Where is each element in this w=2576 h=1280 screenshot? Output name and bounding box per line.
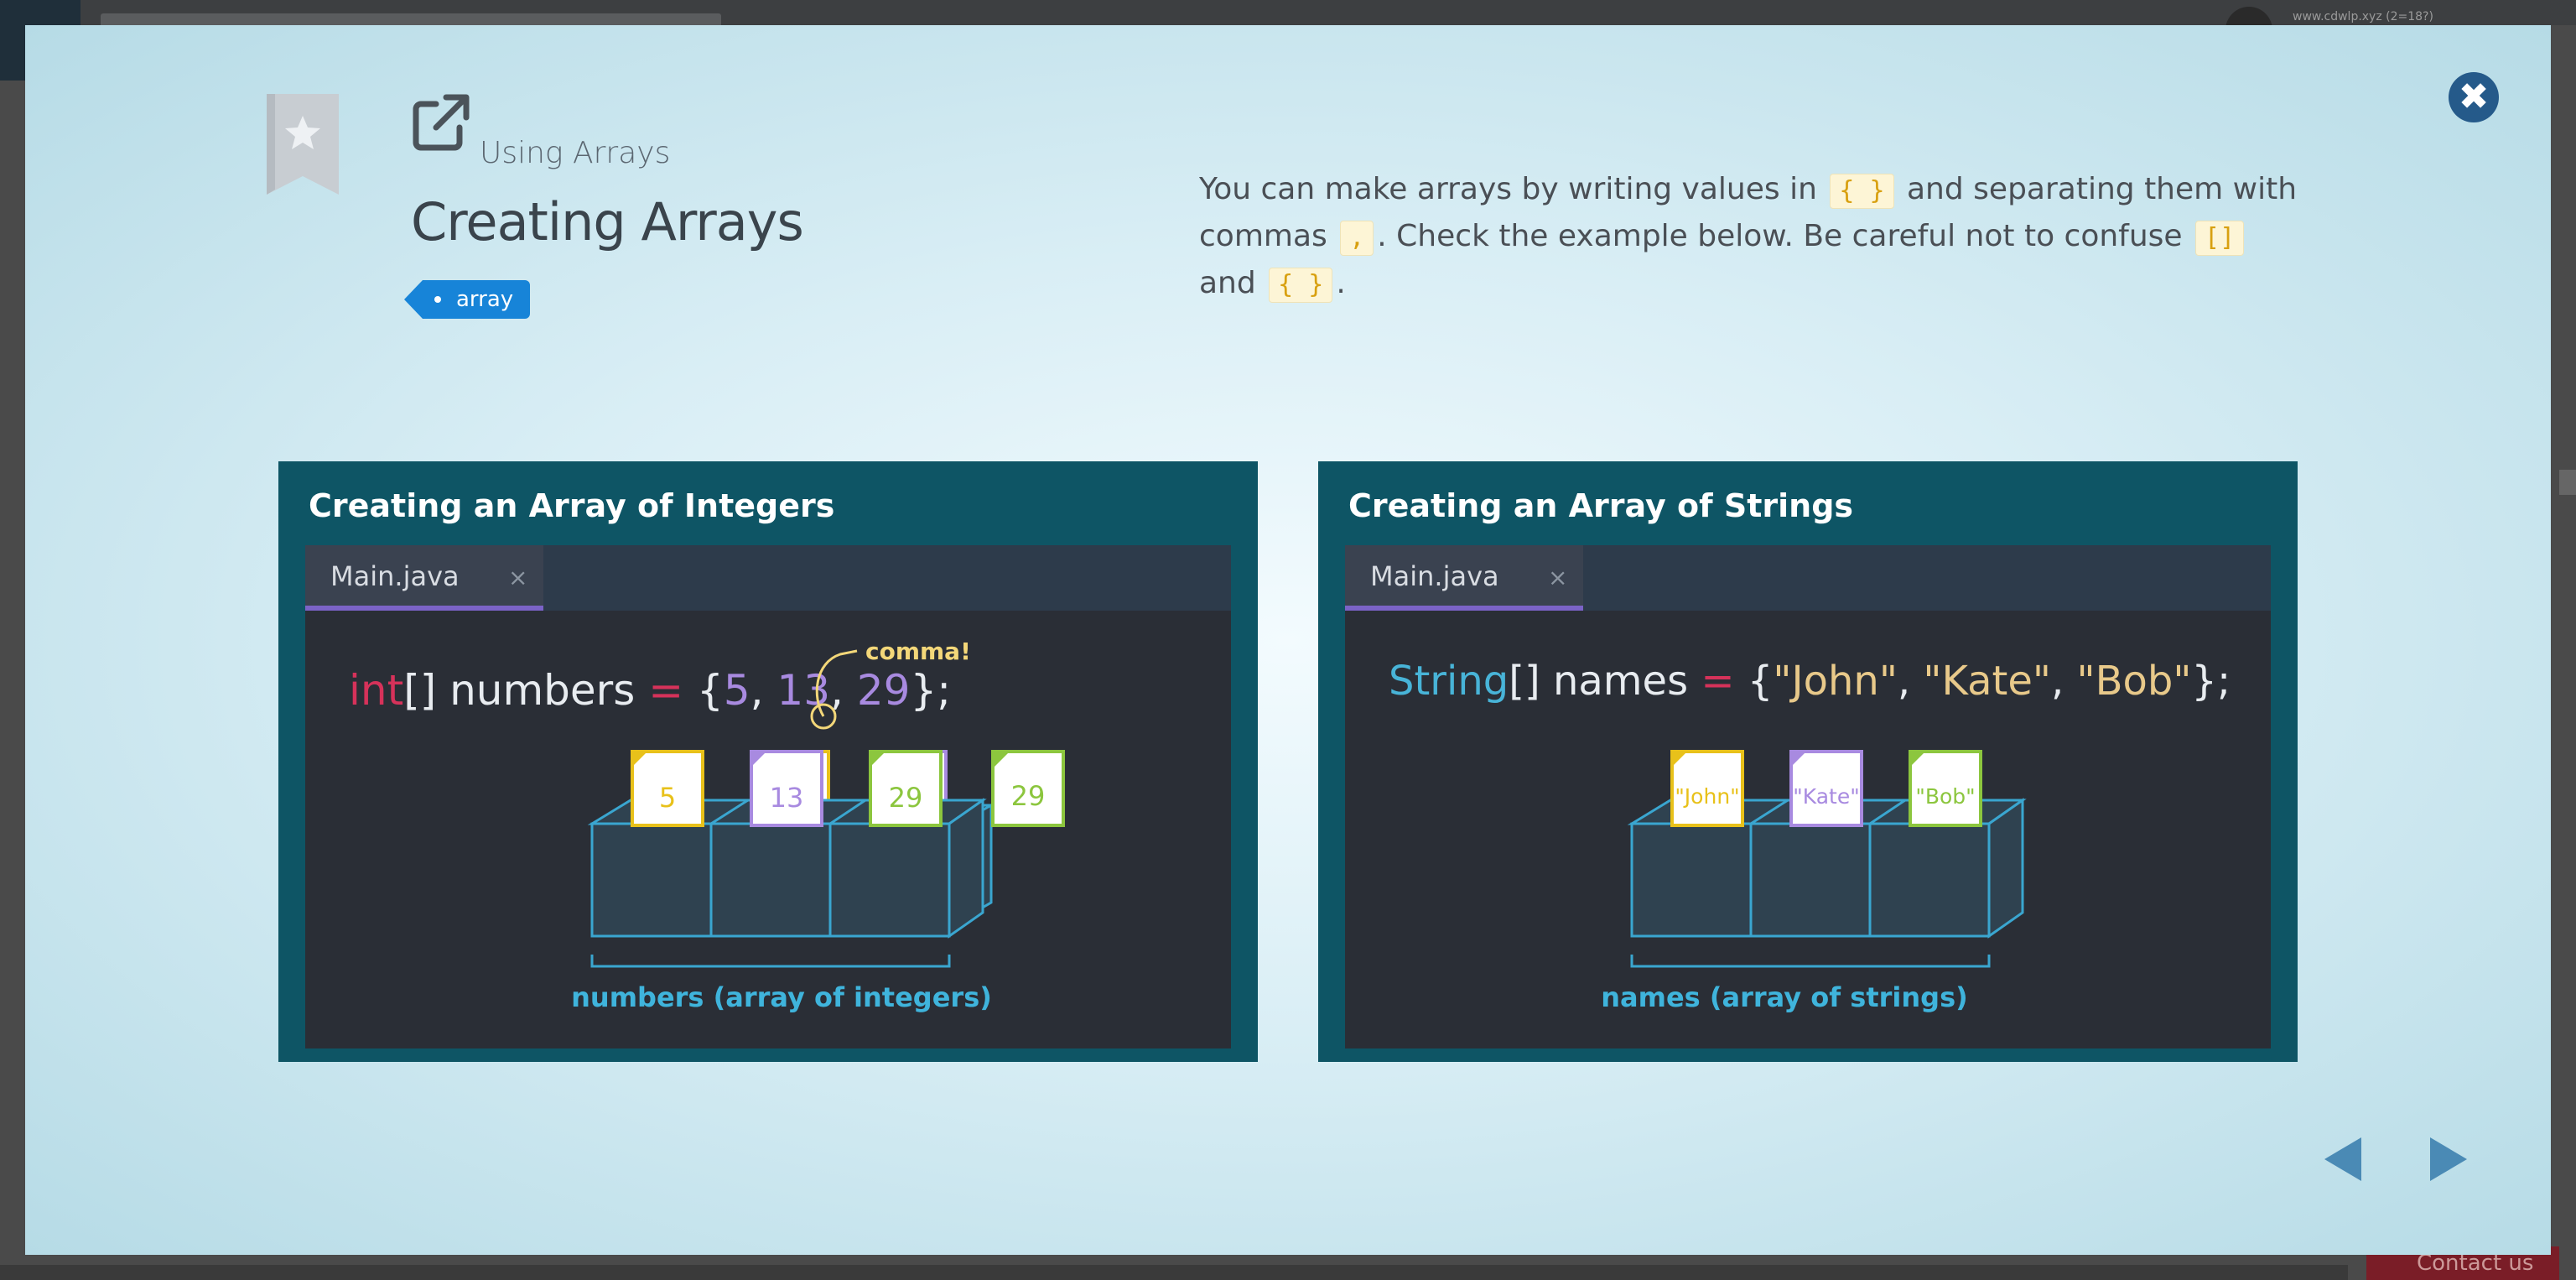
description-text: You can make arrays by writing values in bbox=[1199, 172, 1827, 206]
panel-heading: Creating an Array of Integers bbox=[309, 487, 834, 524]
code-brace: { bbox=[1735, 658, 1774, 705]
code-line: String[] names = {"John", "Kate", "Bob"}… bbox=[1389, 658, 2231, 705]
tab-close-icon[interactable]: × bbox=[508, 564, 527, 591]
page-title: Creating Arrays bbox=[411, 191, 804, 252]
paper-value: 29 bbox=[889, 782, 923, 814]
lesson-description: You can make arrays by writing values in… bbox=[1199, 166, 2306, 307]
external-link-icon[interactable] bbox=[411, 92, 471, 153]
paper-value: 5 bbox=[659, 782, 676, 814]
paper-value: 29 bbox=[1011, 780, 1046, 812]
tab-close-icon[interactable]: × bbox=[1548, 564, 1567, 591]
paper-value: "John" bbox=[1675, 784, 1739, 809]
lesson-subtitle: Using Arrays bbox=[480, 136, 671, 170]
tab-underline bbox=[305, 606, 543, 611]
description-text: . Check the example below. Be careful no… bbox=[1377, 219, 2193, 253]
code-chip: , bbox=[1340, 221, 1374, 256]
tag-badge[interactable]: array bbox=[403, 280, 531, 319]
code-identifier: [] names bbox=[1509, 658, 1701, 705]
code-keyword: String bbox=[1389, 658, 1509, 705]
array-caption: numbers (array of integers) bbox=[571, 981, 992, 1013]
next-button[interactable] bbox=[2428, 1136, 2469, 1183]
code-value: "Bob" bbox=[2077, 658, 2192, 705]
code-brace: }; bbox=[2191, 658, 2231, 705]
code-value: "John" bbox=[1773, 658, 1898, 705]
close-icon: ✖ bbox=[2458, 75, 2490, 118]
code-chip: { } bbox=[1830, 174, 1894, 209]
background-email: www.cdwlp.xyz (2=18?) bbox=[2293, 10, 2433, 23]
strings-example-panel: Creating an Array of Strings Main.java ×… bbox=[1318, 461, 2298, 1062]
code-brace: }; bbox=[910, 666, 951, 715]
code-line: int[] numbers = {5, 13, 29}; bbox=[349, 666, 951, 715]
triangle-right-icon bbox=[2430, 1137, 2467, 1181]
code-operator: = bbox=[1701, 658, 1734, 705]
code-identifier: [] numbers bbox=[403, 666, 648, 715]
code-chip: [] bbox=[2195, 221, 2245, 256]
paper-value: "Kate" bbox=[1793, 784, 1859, 809]
comma-annotation: comma! bbox=[865, 637, 971, 665]
code-brace: { bbox=[683, 666, 724, 715]
panel-heading: Creating an Array of Strings bbox=[1348, 487, 1853, 524]
description-text: and bbox=[1199, 266, 1266, 300]
previous-button[interactable] bbox=[2323, 1136, 2363, 1183]
code-operator: = bbox=[648, 666, 683, 715]
code-value: "Kate" bbox=[1923, 658, 2051, 705]
integers-example-panel: Creating an Array of Integers Main.java … bbox=[278, 461, 1258, 1062]
code-value: 5 bbox=[724, 666, 750, 715]
code-separator: , bbox=[750, 666, 777, 715]
code-keyword: int bbox=[349, 666, 403, 715]
tab-underline bbox=[1345, 606, 1583, 611]
lesson-modal: Using Arrays Creating Arrays array ✖ You… bbox=[25, 25, 2551, 1255]
triangle-left-icon bbox=[2324, 1137, 2361, 1181]
code-value: 13 bbox=[776, 666, 830, 715]
paper-value: "Bob" bbox=[1915, 784, 1975, 809]
paper-value: 13 bbox=[770, 782, 804, 814]
code-separator: , bbox=[830, 666, 857, 715]
code-separator: , bbox=[2051, 658, 2077, 705]
code-chip: { } bbox=[1269, 268, 1333, 303]
array-caption: names (array of strings) bbox=[1601, 981, 1968, 1013]
code-value: 29 bbox=[857, 666, 911, 715]
tab-label: Main.java bbox=[330, 560, 460, 592]
tab-label: Main.java bbox=[1370, 560, 1499, 592]
description-text: . bbox=[1336, 266, 1346, 300]
close-button[interactable]: ✖ bbox=[2449, 72, 2499, 122]
background-bottom-bar bbox=[0, 1265, 2348, 1280]
code-separator: , bbox=[1898, 658, 1924, 705]
bookmark-icon[interactable] bbox=[267, 94, 339, 195]
background-scrollbar bbox=[2559, 470, 2576, 495]
